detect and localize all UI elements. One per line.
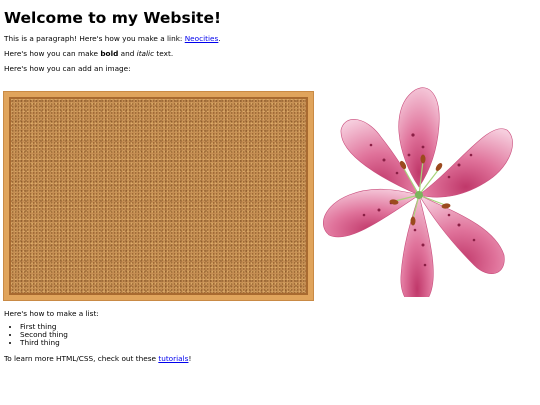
page-title: Welcome to my Website!: [4, 9, 222, 27]
tutorials-link[interactable]: tutorials: [158, 354, 188, 363]
image-paragraph: Here's how you can add an image:: [4, 64, 131, 73]
tutorials-paragraph: To learn more HTML/CSS, check out these …: [4, 354, 191, 363]
lily-flower-image: [323, 87, 513, 297]
bold-text: bold: [100, 49, 119, 58]
list-item: Third thing: [20, 339, 68, 347]
link-paragraph-end: .: [218, 34, 221, 43]
list-intro: Here's how to make a list:: [4, 309, 99, 318]
example-list: First thing Second thing Third thing: [4, 323, 68, 347]
corkboard-image: [4, 92, 313, 300]
tutorials-text-end: !: [188, 354, 192, 363]
italic-text: italic: [136, 49, 155, 58]
link-paragraph-text: This is a paragraph! Here's how you make…: [4, 34, 185, 43]
formatting-paragraph: Here's how you can make bold and italic …: [4, 49, 173, 58]
formatting-text-middle: and: [118, 49, 137, 58]
formatting-text-end: text.: [154, 49, 174, 58]
formatting-text-start: Here's how you can make: [4, 49, 101, 58]
tutorials-text: To learn more HTML/CSS, check out these: [4, 354, 159, 363]
neocities-link[interactable]: Neocities: [185, 34, 219, 43]
link-paragraph: This is a paragraph! Here's how you make…: [4, 34, 221, 43]
